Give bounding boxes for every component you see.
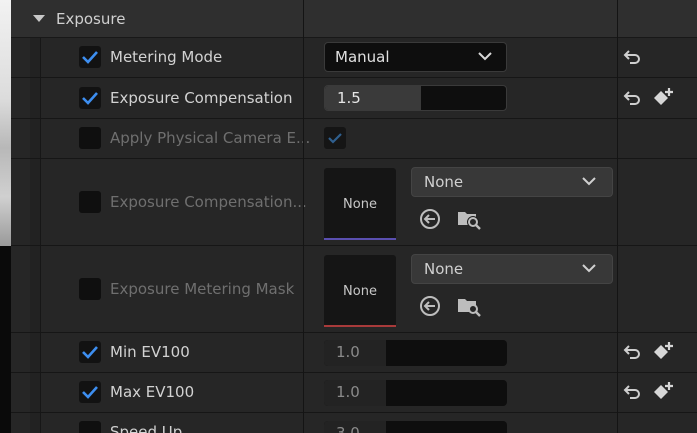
asset-thumbnail[interactable]: None <box>324 168 396 240</box>
max-ev100-field[interactable]: 1.0 <box>324 380 507 406</box>
row-indent <box>30 78 41 118</box>
reset-arrow-icon[interactable] <box>623 385 641 399</box>
property-label: Max EV100 <box>110 383 195 401</box>
reset-arrow-icon[interactable] <box>623 345 641 359</box>
value-reset-column-divider <box>617 0 618 433</box>
row-indent <box>30 333 41 372</box>
asset-type-color-bar <box>324 238 396 240</box>
row-indent <box>30 246 41 332</box>
row-indent <box>30 119 41 158</box>
row-indent <box>30 413 41 433</box>
row-indent <box>30 373 41 412</box>
property-label: Exposure Metering Mask <box>110 280 295 298</box>
section-title: Exposure <box>56 9 126 28</box>
override-checkbox[interactable] <box>79 46 101 68</box>
add-keyframe-icon[interactable] <box>652 381 674 403</box>
override-checkbox[interactable] <box>79 127 101 149</box>
property-label: Exposure Compensation <box>110 89 293 107</box>
asset-picker-dropdown[interactable]: None <box>411 167 613 197</box>
property-row-metering-mode: Metering Mode Manual <box>11 38 697 78</box>
property-row-exposure-metering-mask: Exposure Metering Mask None None <box>11 246 697 333</box>
thumbnail-text: None <box>343 196 377 212</box>
property-row-exposure-compensation: Exposure Compensation 1.5 <box>11 78 697 119</box>
reset-arrow-icon[interactable] <box>623 50 641 64</box>
add-keyframe-icon[interactable] <box>652 341 674 363</box>
property-row-apply-physical-camera: Apply Physical Camera E... <box>11 119 697 159</box>
dropdown-value: None <box>424 173 464 191</box>
override-checkbox[interactable] <box>79 278 101 300</box>
details-panel: Exposure Metering Mode Manual Exposure C… <box>11 0 697 433</box>
apply-physical-camera-checkbox[interactable] <box>324 127 346 149</box>
dropdown-value: Manual <box>335 48 390 66</box>
use-selected-asset-icon[interactable] <box>419 295 441 317</box>
checkmark-icon <box>82 92 98 105</box>
add-keyframe-icon[interactable] <box>652 87 674 109</box>
browse-asset-icon[interactable] <box>456 207 482 231</box>
exposure-compensation-field[interactable]: 1.5 <box>324 85 507 111</box>
checkmark-icon <box>82 346 98 359</box>
chevron-down-icon <box>582 177 596 186</box>
property-label: Apply Physical Camera E... <box>110 129 311 147</box>
min-ev100-field[interactable]: 1.0 <box>324 340 507 366</box>
dropdown-value: None <box>424 260 464 278</box>
thumbnail-text: None <box>343 283 377 299</box>
override-checkbox[interactable] <box>79 191 101 213</box>
override-checkbox[interactable] <box>79 381 101 403</box>
chevron-down-icon <box>478 52 492 61</box>
property-row-min-ev100: Min EV100 1.0 <box>11 333 697 373</box>
property-label: Min EV100 <box>110 343 190 361</box>
viewport-edge <box>0 0 11 246</box>
override-checkbox[interactable] <box>79 87 101 109</box>
reset-arrow-icon[interactable] <box>623 91 641 105</box>
property-label: Metering Mode <box>110 48 223 66</box>
browse-asset-icon[interactable] <box>456 294 482 318</box>
collapse-triangle-icon[interactable] <box>33 15 45 22</box>
property-row-max-ev100: Max EV100 1.0 <box>11 373 697 413</box>
checkmark-icon <box>82 386 98 399</box>
asset-picker-dropdown[interactable]: None <box>411 254 613 284</box>
checkmark-icon <box>82 51 98 64</box>
asset-type-color-bar <box>324 325 396 327</box>
chevron-down-icon <box>582 264 596 273</box>
override-checkbox[interactable] <box>79 421 101 433</box>
field-value: 1.0 <box>336 343 360 361</box>
field-value: 1.0 <box>336 383 360 401</box>
name-value-column-divider[interactable] <box>303 0 304 433</box>
checkmark-icon <box>328 133 342 144</box>
property-row-exposure-compensation-curve: Exposure Compensation... None None <box>11 159 697 246</box>
use-selected-asset-icon[interactable] <box>419 208 441 230</box>
speed-up-field[interactable]: 3.0 <box>324 421 507 433</box>
section-header-exposure[interactable]: Exposure <box>11 0 697 38</box>
row-indent <box>30 159 41 245</box>
field-value: 3.0 <box>336 424 360 433</box>
override-checkbox[interactable] <box>79 341 101 363</box>
row-indent <box>30 38 41 77</box>
property-row-speed-up: Speed Up 3.0 <box>11 413 697 433</box>
metering-mode-dropdown[interactable]: Manual <box>324 42 507 72</box>
asset-thumbnail[interactable]: None <box>324 255 396 327</box>
field-value: 1.5 <box>337 89 361 107</box>
property-label: Exposure Compensation... <box>110 193 307 211</box>
property-label: Speed Up <box>110 423 183 433</box>
viewport-edge-lower <box>0 246 11 433</box>
